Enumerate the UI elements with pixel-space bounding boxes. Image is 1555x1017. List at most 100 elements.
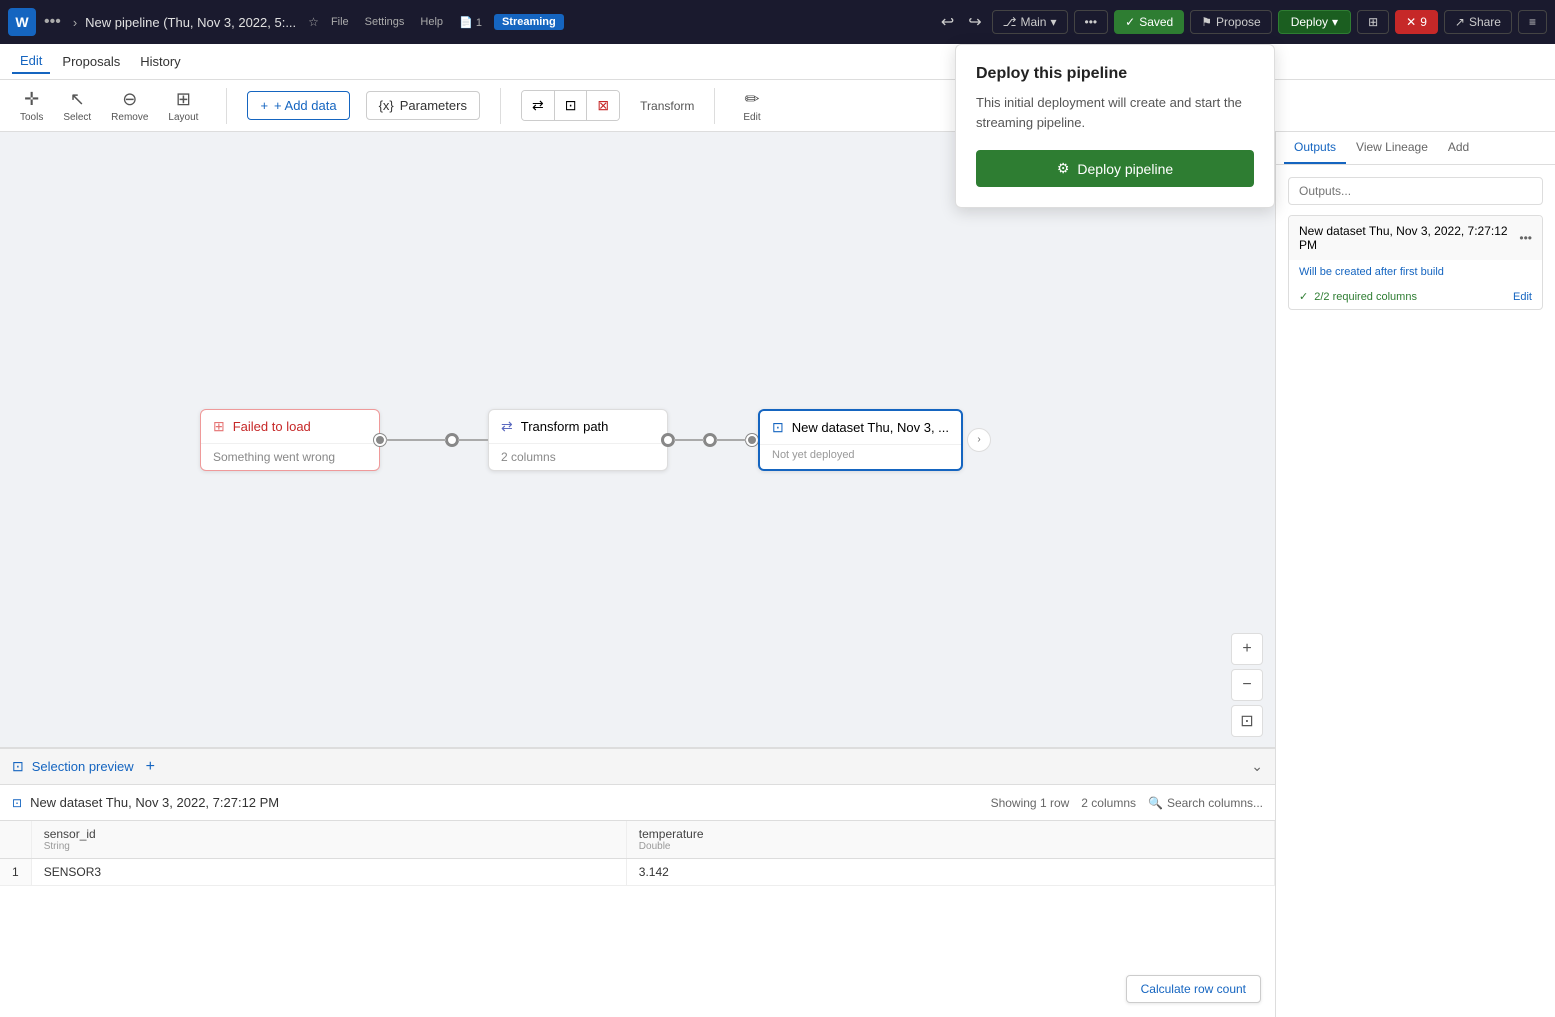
right-panel: Outputs View Lineage Add New dataset Thu… (1275, 132, 1555, 1017)
share-button[interactable]: ↗ Share (1444, 10, 1512, 34)
cell-temperature-1: 3.142 (626, 859, 1274, 886)
top-bar: W ••• › New pipeline (Thu, Nov 3, 2022, … (0, 0, 1555, 44)
chevron-down-icon: ▾ (1050, 15, 1056, 29)
menu-proposals[interactable]: Proposals (54, 50, 128, 73)
output-item-note: Will be created after first build (1289, 260, 1542, 284)
right-panel-content: New dataset Thu, Nov 3, 2022, 7:27:12 PM… (1276, 165, 1555, 1017)
tab-outputs[interactable]: Outputs (1284, 132, 1346, 164)
add-preview-button[interactable]: + (146, 758, 155, 776)
data-table: sensor_id String temperature Double 1 (0, 821, 1275, 886)
preview-header: ⊡ Selection preview + ⌄ (0, 749, 1275, 785)
edit-output-link[interactable]: Edit (1513, 291, 1532, 303)
search-columns-label: Search columns... (1167, 796, 1263, 810)
edit-button[interactable]: ✏ Edit (735, 85, 768, 127)
node-body-failed: Something went wrong (201, 444, 379, 470)
layout-button[interactable]: ⊞ Layout (160, 85, 206, 127)
pipeline-flow: ⊞ Failed to load Something went wrong (200, 409, 991, 471)
redo-button[interactable]: ↪ (964, 8, 985, 36)
parameters-button[interactable]: {x} Parameters (366, 91, 480, 120)
connector-1 (380, 434, 488, 446)
build-number: 📄 1 (459, 16, 482, 29)
columns-count-label: 2 columns (1081, 796, 1136, 810)
dataset-subheader-icon: ⊡ (12, 796, 22, 810)
x-icon: ✕ (1406, 15, 1416, 29)
more-options-button[interactable]: ••• (1074, 10, 1109, 34)
table-header-row: sensor_id String temperature Double (0, 821, 1275, 859)
transform-node[interactable]: ⇄ Transform path 2 columns (488, 409, 668, 471)
selection-preview-title: Selection preview (32, 759, 134, 774)
check-icon: ✓ (1125, 15, 1135, 29)
transform-btn-delete[interactable]: ⊠ (587, 91, 619, 120)
settings-menu[interactable]: Settings (365, 16, 405, 28)
outputs-search-input[interactable] (1288, 177, 1543, 205)
chevron-down-icon: ▾ (1332, 15, 1338, 29)
node-status-output: Not yet deployed (760, 445, 961, 469)
help-menu[interactable]: Help (420, 16, 443, 28)
menu-button[interactable]: ≡ (1518, 10, 1547, 34)
connector-dot-2c (746, 434, 758, 446)
table-row: 1 SENSOR3 3.142 (0, 859, 1275, 886)
select-button[interactable]: ↖ Select (55, 85, 99, 127)
connector-dot-2a (662, 434, 674, 446)
fit-button[interactable]: ⊡ (1231, 705, 1263, 737)
menu-history[interactable]: History (132, 50, 188, 73)
error-badge-button[interactable]: ✕ 9 (1395, 10, 1438, 34)
search-icon: 🔍 (1148, 796, 1163, 810)
star-icon[interactable]: ☆ (308, 15, 319, 29)
propose-button[interactable]: ⚑ Propose (1190, 10, 1271, 34)
zoom-out-button[interactable]: − (1231, 669, 1263, 701)
right-panel-tabs: Outputs View Lineage Add (1276, 132, 1555, 165)
connector-dot-left (374, 434, 386, 446)
output-item-more[interactable]: ••• (1519, 231, 1532, 245)
tab-add[interactable]: Add (1438, 132, 1479, 164)
node-title-failed: Failed to load (233, 419, 311, 434)
pipeline-canvas: ⊞ Failed to load Something went wrong (0, 132, 1275, 747)
grid-button[interactable]: ⊞ (1357, 10, 1389, 34)
main-branch-button[interactable]: ⎇ Main ▾ (992, 10, 1068, 34)
select-icon: ↖ (70, 89, 85, 110)
divider-2 (500, 88, 501, 124)
failed-to-load-node[interactable]: ⊞ Failed to load Something went wrong (200, 409, 380, 471)
file-menu[interactable]: File (331, 16, 349, 28)
transform-label: Transform (640, 99, 694, 113)
toolbar: ✛ Tools ↖ Select ⊖ Remove ⊞ Layout + + A… (0, 80, 1555, 132)
node-header-output: ⊡ New dataset Thu, Nov 3, ... (760, 411, 961, 445)
zoom-in-button[interactable]: + (1231, 633, 1263, 665)
top-dots[interactable]: ••• (44, 13, 61, 31)
output-node[interactable]: ⊡ New dataset Thu, Nov 3, ... Not yet de… (758, 409, 963, 471)
node-title-output: New dataset Thu, Nov 3, ... (792, 420, 949, 435)
add-data-button[interactable]: + + Add data (247, 91, 349, 120)
deploy-pipeline-button[interactable]: ⚙ Deploy pipeline (976, 150, 1254, 187)
branch-icon: ⎇ (1003, 15, 1017, 29)
transform-btn-1[interactable]: ⇄ (522, 91, 555, 120)
node-title-transform: Transform path (521, 419, 609, 434)
connector-line-2a (674, 439, 704, 441)
output-item: New dataset Thu, Nov 3, 2022, 7:27:12 PM… (1288, 215, 1543, 310)
output-item-title: New dataset Thu, Nov 3, 2022, 7:27:12 PM (1299, 224, 1519, 252)
preview-stats: Showing 1 row 2 columns 🔍 Search columns… (991, 796, 1263, 810)
selection-preview-icon: ⊡ (12, 758, 24, 775)
connector-dot-2b (704, 434, 716, 446)
plus-icon: + (260, 98, 268, 113)
menu-bar: Edit Proposals History (0, 44, 1555, 80)
deploy-button[interactable]: Deploy ▾ (1278, 10, 1351, 34)
divider-3 (714, 88, 715, 124)
calculate-row-count-button[interactable]: Calculate row count (1126, 975, 1261, 1003)
collapse-preview-button[interactable]: ⌄ (1251, 758, 1263, 775)
main-layout: ⊞ Failed to load Something went wrong (0, 132, 1555, 1017)
menu-edit[interactable]: Edit (12, 49, 50, 74)
tools-button[interactable]: ✛ Tools (12, 85, 51, 127)
cell-sensor-id-1: SENSOR3 (31, 859, 626, 886)
transform-node-icon: ⇄ (501, 418, 513, 435)
undo-button[interactable]: ↩ (937, 8, 958, 36)
node-body-transform: 2 columns (489, 444, 667, 470)
expand-chevron[interactable]: › (967, 428, 991, 452)
remove-button[interactable]: ⊖ Remove (103, 85, 156, 127)
node-header-transform: ⇄ Transform path (489, 410, 667, 444)
dataset-icon: ⊡ (772, 419, 784, 436)
tab-lineage[interactable]: View Lineage (1346, 132, 1438, 164)
row-num-header (0, 821, 31, 859)
table-icon: ⊞ (213, 418, 225, 435)
transform-btn-2[interactable]: ⊡ (555, 91, 588, 120)
saved-button[interactable]: ✓ Saved (1114, 10, 1184, 34)
